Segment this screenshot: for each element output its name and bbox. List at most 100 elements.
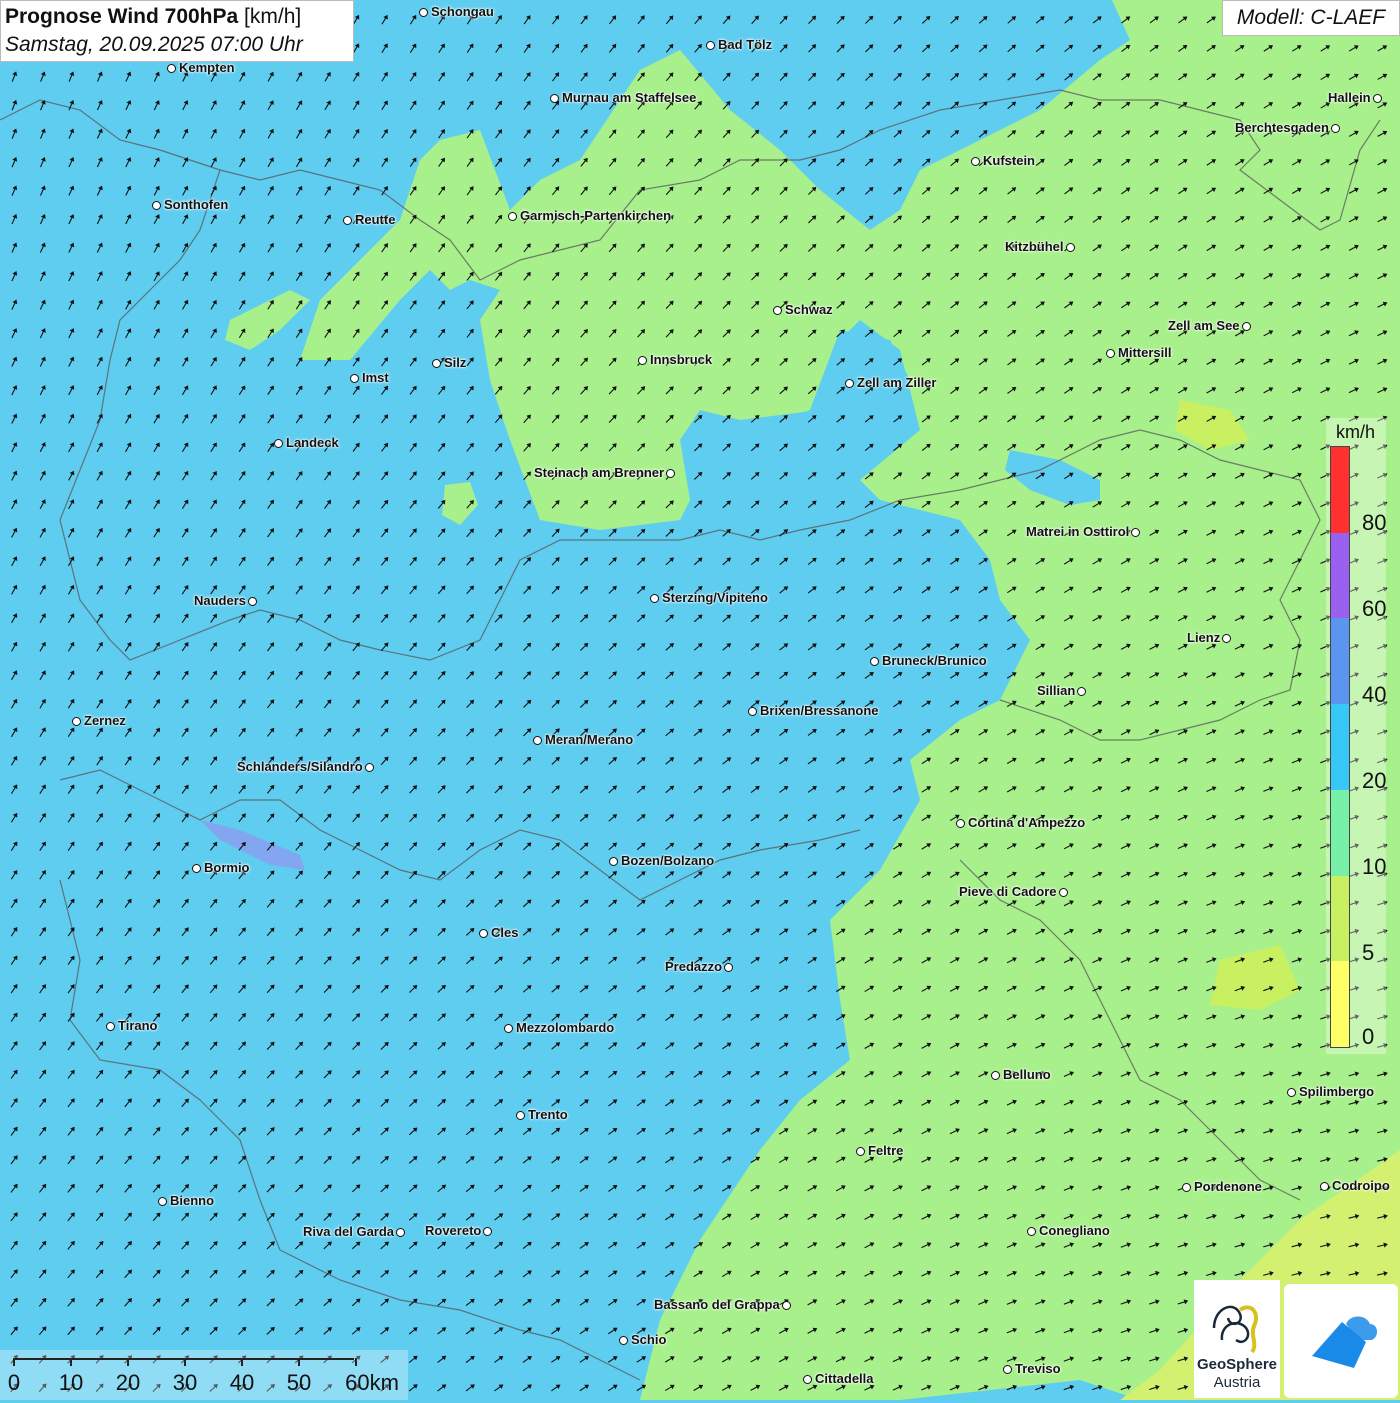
city-marker xyxy=(845,379,854,388)
city-label: Nauders xyxy=(194,593,247,608)
legend-band-5-10 xyxy=(1331,875,1349,962)
city-marker xyxy=(419,8,428,17)
city-marker xyxy=(533,736,542,745)
city-label: Treviso xyxy=(1015,1361,1061,1376)
scale-label: 60km xyxy=(345,1370,399,1395)
city-marker xyxy=(508,212,517,221)
map-title: Prognose Wind 700hPa [km/h] xyxy=(5,3,349,31)
city-label: Belluno xyxy=(1003,1067,1051,1082)
city-marker xyxy=(1320,1182,1329,1191)
cloud-app-icon xyxy=(1312,1316,1378,1368)
city-label: Bruneck/Brunico xyxy=(882,653,987,668)
city-label: Tirano xyxy=(118,1018,158,1033)
scale-label: 30 xyxy=(172,1370,198,1395)
city-marker xyxy=(192,864,201,873)
city-label: Spilimbergo xyxy=(1299,1084,1375,1099)
scale-tick xyxy=(13,1358,15,1366)
city-label: Brixen/Bressanone xyxy=(760,703,879,718)
city-label: Bormio xyxy=(204,860,250,875)
city-marker xyxy=(167,64,176,73)
logo-org-line1: GeoSphere xyxy=(1196,1356,1278,1373)
city-marker xyxy=(956,819,965,828)
city-label: Cles xyxy=(491,925,519,940)
city-marker xyxy=(248,597,257,606)
city-marker xyxy=(106,1022,115,1031)
city-label: Zell am See xyxy=(1168,318,1240,333)
city-label: Rovereto xyxy=(425,1223,482,1238)
city-marker xyxy=(1287,1088,1296,1097)
city-label: Matrei in Osttirol xyxy=(1026,524,1130,539)
city-label: Trento xyxy=(528,1107,568,1122)
city-marker xyxy=(1106,349,1115,358)
city-label: Bad Tölz xyxy=(718,37,773,52)
scale-tick xyxy=(127,1358,129,1366)
color-legend: km/h 80 60 40 20 10 5 0 xyxy=(1326,418,1386,1054)
city-label: Hallein xyxy=(1328,90,1371,105)
city-label: Feltre xyxy=(868,1143,904,1158)
legend-band-80-100 xyxy=(1331,447,1349,533)
scale-tick xyxy=(70,1358,72,1366)
city-label: Steinach am Brenner xyxy=(534,465,665,480)
legend-band-10-20 xyxy=(1331,789,1349,876)
city-marker xyxy=(1066,243,1075,252)
model-label: Modell: C-LAEF xyxy=(1222,0,1400,36)
city-label: Sterzing/Vipiteno xyxy=(662,590,768,605)
city-marker xyxy=(1182,1183,1191,1192)
title-main: Prognose Wind 700hPa xyxy=(5,5,239,28)
city-marker xyxy=(365,763,374,772)
city-label: Bassano del Grappa xyxy=(654,1297,780,1312)
city-marker xyxy=(343,216,352,225)
city-marker xyxy=(396,1228,405,1237)
city-marker xyxy=(274,439,283,448)
city-label: Schio xyxy=(631,1332,667,1347)
city-marker xyxy=(1222,634,1231,643)
city-label: Schwaz xyxy=(785,302,833,317)
city-marker xyxy=(724,963,733,972)
city-marker xyxy=(152,201,161,210)
city-marker xyxy=(1331,124,1340,133)
city-marker xyxy=(856,1147,865,1156)
city-label: Garmisch-Partenkirchen xyxy=(520,208,672,223)
scale-tick xyxy=(355,1358,357,1366)
city-label: Sillian xyxy=(1037,683,1076,698)
scale-bar: 0 10 20 30 40 50 60km xyxy=(0,1350,408,1400)
city-marker xyxy=(991,1071,1000,1080)
scale-tick xyxy=(184,1358,186,1366)
city-marker xyxy=(971,157,980,166)
geosphere-logo: GeoSphere Austria xyxy=(1194,1280,1280,1398)
scale-tick xyxy=(241,1358,243,1366)
city-marker xyxy=(650,594,659,603)
city-marker xyxy=(870,657,879,666)
city-marker xyxy=(1003,1365,1012,1374)
legend-band-60-80 xyxy=(1331,532,1349,619)
city-label: Schlanders/Silandro xyxy=(237,759,363,774)
scale-label: 40 xyxy=(229,1370,255,1395)
legend-tick-label: 80 xyxy=(1362,510,1387,535)
city-label: Cittadella xyxy=(815,1371,874,1386)
city-marker xyxy=(483,1227,492,1236)
legend-tick-label: 5 xyxy=(1362,940,1375,965)
city-label: Conegliano xyxy=(1039,1223,1110,1238)
scale-label: 10 xyxy=(58,1370,84,1395)
logo-org-line2: Austria xyxy=(1213,1374,1261,1391)
city-label: Cortina d'Ampezzo xyxy=(968,815,1086,830)
city-label: Innsbruck xyxy=(650,352,713,367)
title-box: Prognose Wind 700hPa [km/h] Samstag, 20.… xyxy=(0,0,354,62)
legend-tick-label: 20 xyxy=(1362,768,1387,793)
city-label: Meran/Merano xyxy=(545,732,634,747)
city-marker xyxy=(504,1024,513,1033)
city-marker xyxy=(706,41,715,50)
city-label: Riva del Garda xyxy=(303,1224,395,1239)
city-label: Pieve di Cadore xyxy=(959,884,1057,899)
city-label: Silz xyxy=(444,355,467,370)
city-label: Kitzbühel xyxy=(1005,239,1064,254)
city-marker xyxy=(516,1111,525,1120)
forecast-datetime: Samstag, 20.09.2025 07:00 Uhr xyxy=(5,33,303,56)
legend-unit: km/h xyxy=(1336,422,1376,442)
city-marker xyxy=(1077,687,1086,696)
city-marker xyxy=(638,356,647,365)
city-marker xyxy=(666,469,675,478)
city-label: Bienno xyxy=(170,1193,215,1208)
city-marker xyxy=(72,717,81,726)
city-marker xyxy=(1373,94,1382,103)
